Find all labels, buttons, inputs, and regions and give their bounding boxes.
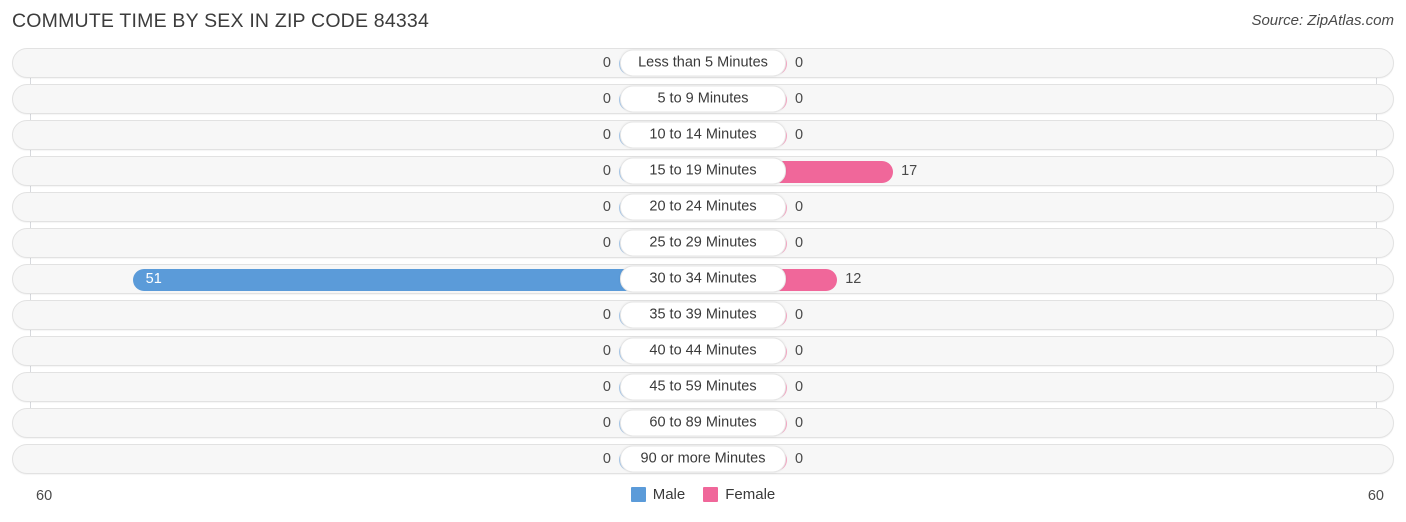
chart-header: COMMUTE TIME BY SEX IN ZIP CODE 84334 So… — [0, 0, 1406, 44]
bar-value-female: 0 — [795, 54, 804, 71]
chart-footer: 60 60 Male Female — [0, 482, 1406, 522]
bar-value-female: 0 — [795, 126, 804, 143]
bar-value-male: 0 — [602, 342, 611, 359]
table-row: 0 90 or more Minutes 0 — [12, 444, 1394, 474]
row-label: 45 to 59 Minutes — [620, 373, 786, 401]
bar-value-female: 0 — [795, 450, 804, 467]
row-label: 10 to 14 Minutes — [620, 121, 786, 149]
source-attribution: Source: ZipAtlas.com — [1251, 12, 1394, 29]
commute-time-chart: COMMUTE TIME BY SEX IN ZIP CODE 84334 So… — [0, 0, 1406, 522]
bar-value-female: 0 — [795, 198, 804, 215]
row-label: 5 to 9 Minutes — [620, 85, 786, 113]
table-row: 0 45 to 59 Minutes 0 — [12, 372, 1394, 402]
row-label: 35 to 39 Minutes — [620, 301, 786, 329]
table-row: 0 15 to 19 Minutes 17 — [12, 156, 1394, 186]
table-row: 0 Less than 5 Minutes 0 — [12, 48, 1394, 78]
bar-value-female: 0 — [795, 306, 804, 323]
bar-value-male: 0 — [602, 162, 611, 179]
bar-value-female: 0 — [795, 90, 804, 107]
bar-value-female: 0 — [795, 342, 804, 359]
row-label: 25 to 29 Minutes — [620, 229, 786, 257]
bar-value-male: 0 — [602, 126, 611, 143]
legend-item-female[interactable]: Female — [703, 486, 775, 503]
bar-value-male: 0 — [602, 90, 611, 107]
legend-label-female: Female — [725, 486, 776, 503]
bar-value-female: 0 — [795, 414, 804, 431]
bar-value-female: 0 — [795, 234, 804, 251]
legend: Male Female — [0, 486, 1406, 503]
bar-value-female: 0 — [795, 378, 804, 395]
table-row: 0 20 to 24 Minutes 0 — [12, 192, 1394, 222]
bar-value-male: 0 — [602, 198, 611, 215]
bar-male — [132, 269, 703, 291]
legend-item-male[interactable]: Male — [630, 486, 686, 503]
bar-rows: 0 Less than 5 Minutes 0 0 5 to 9 Minutes 0 0 10… — [12, 48, 1394, 480]
row-label: Less than 5 Minutes — [620, 49, 786, 77]
bar-value-male: 0 — [602, 54, 611, 71]
row-label: 15 to 19 Minutes — [620, 157, 786, 185]
bar-value-male: 0 — [602, 414, 611, 431]
legend-swatch-male-icon — [630, 487, 646, 502]
bar-value-female: 12 — [845, 270, 862, 287]
row-label: 30 to 34 Minutes — [620, 265, 786, 293]
bar-value-male: 0 — [602, 378, 611, 395]
legend-label-male: Male — [652, 486, 686, 503]
table-row: 0 35 to 39 Minutes 0 — [12, 300, 1394, 330]
row-label: 60 to 89 Minutes — [620, 409, 786, 437]
bar-value-male: 51 — [145, 270, 162, 287]
row-label: 20 to 24 Minutes — [620, 193, 786, 221]
page-title: COMMUTE TIME BY SEX IN ZIP CODE 84334 — [12, 10, 430, 32]
table-row: 0 5 to 9 Minutes 0 — [12, 84, 1394, 114]
bar-value-male: 0 — [602, 450, 611, 467]
row-label: 40 to 44 Minutes — [620, 337, 786, 365]
legend-swatch-female-icon — [703, 487, 719, 502]
bar-value-male: 0 — [602, 234, 611, 251]
table-row: 51 30 to 34 Minutes 12 — [12, 264, 1394, 294]
table-row: 0 60 to 89 Minutes 0 — [12, 408, 1394, 438]
bar-value-female: 17 — [901, 162, 918, 179]
table-row: 0 40 to 44 Minutes 0 — [12, 336, 1394, 366]
plot-area: 0 Less than 5 Minutes 0 0 5 to 9 Minutes 0 0 10… — [0, 48, 1406, 482]
bar-value-male: 0 — [602, 306, 611, 323]
table-row: 0 10 to 14 Minutes 0 — [12, 120, 1394, 150]
table-row: 0 25 to 29 Minutes 0 — [12, 228, 1394, 258]
row-label: 90 or more Minutes — [620, 445, 786, 473]
